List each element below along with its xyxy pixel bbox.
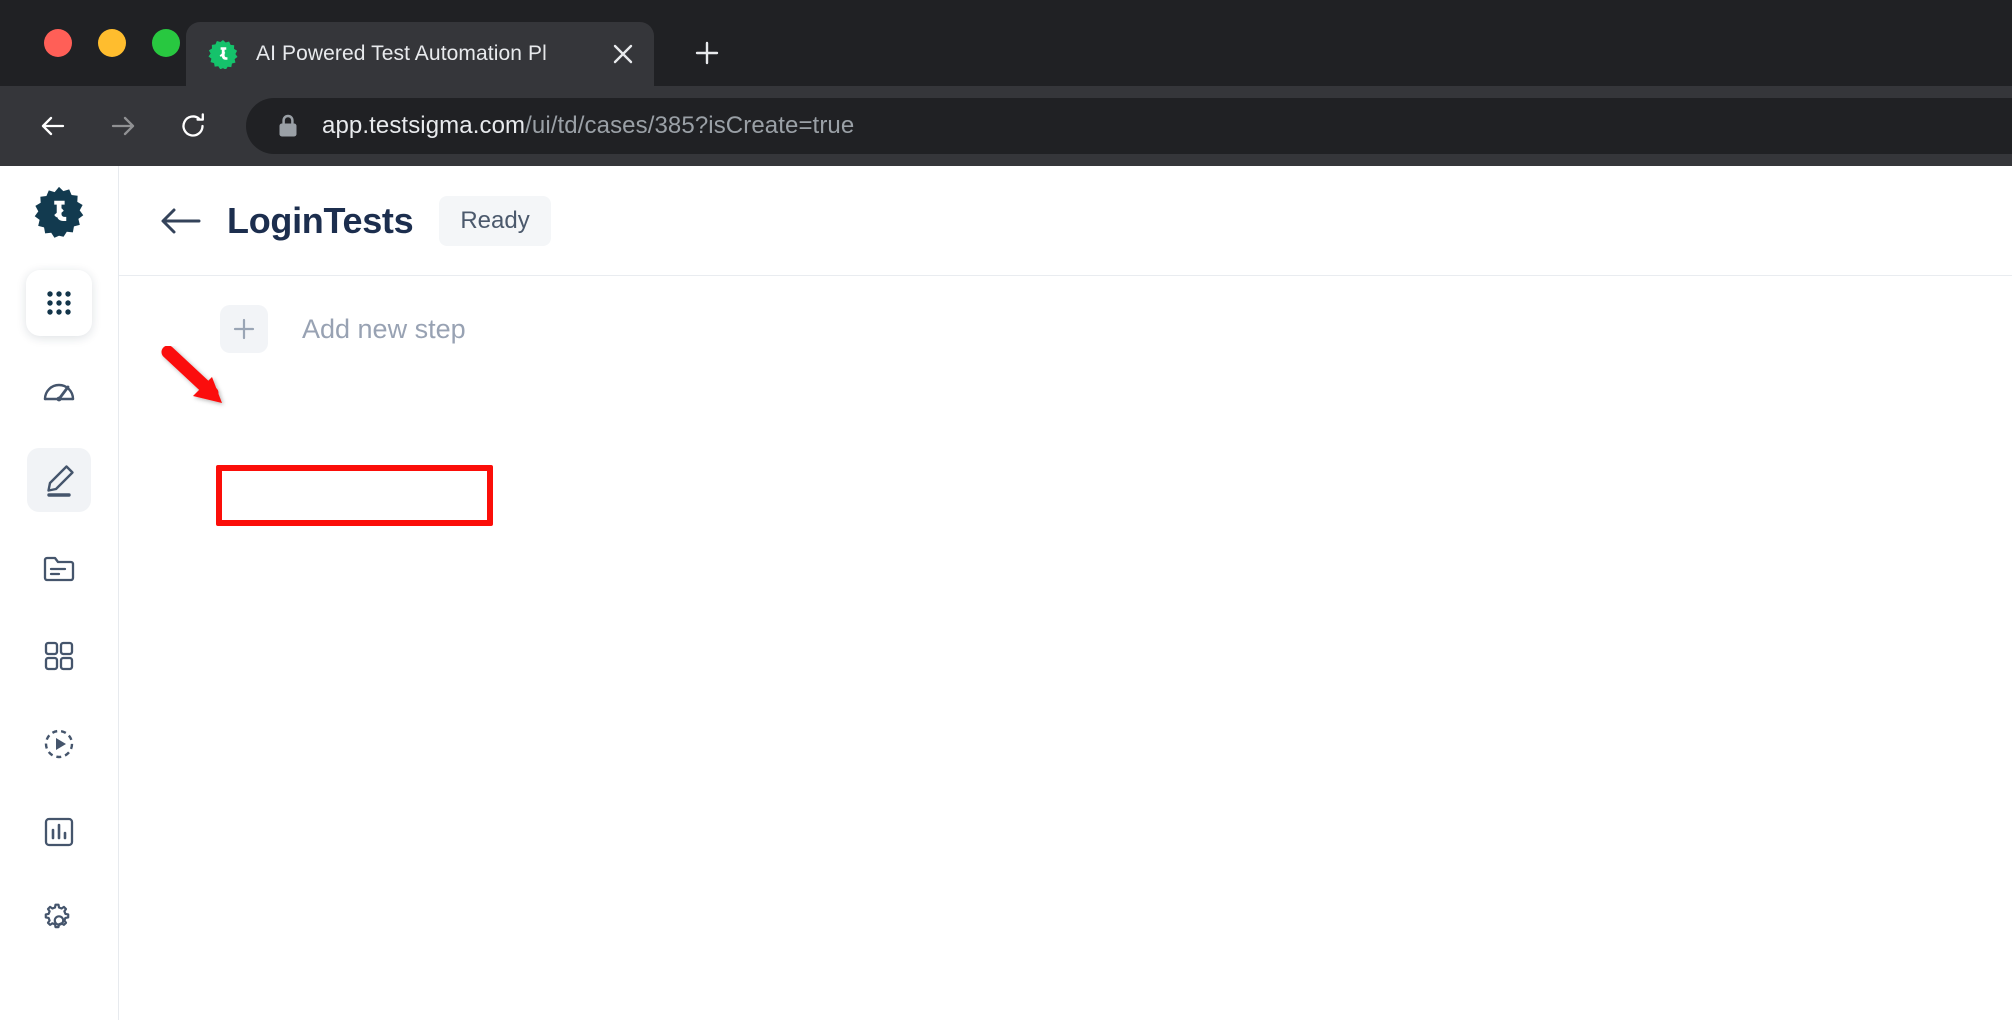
apps-grid-icon bbox=[47, 291, 71, 315]
browser-tab-title: AI Powered Test Automation Pl bbox=[256, 42, 547, 65]
new-tab-button[interactable] bbox=[686, 32, 728, 74]
sidebar-item-dashboard[interactable] bbox=[27, 360, 91, 424]
browser-tab[interactable]: AI Powered Test Automation Pl bbox=[186, 22, 654, 86]
sidebar-item-settings[interactable] bbox=[27, 888, 91, 952]
gear-icon bbox=[44, 903, 70, 929]
browser-reload-button[interactable] bbox=[170, 103, 216, 149]
testsigma-favicon-icon bbox=[208, 39, 238, 69]
browser-window: AI Powered Test Automation Pl app.testsi… bbox=[0, 0, 2012, 1020]
arrow-left-icon bbox=[41, 116, 65, 136]
plus-icon bbox=[695, 41, 719, 65]
folder-icon bbox=[43, 556, 75, 582]
play-circle-icon bbox=[44, 729, 74, 759]
status-badge: Ready bbox=[439, 195, 551, 246]
sidebar-item-test-data[interactable] bbox=[27, 536, 91, 600]
back-arrow-button[interactable] bbox=[157, 198, 203, 244]
browser-back-button[interactable] bbox=[30, 103, 76, 149]
browser-toolbar: app.testsigma.com/ui/td/cases/385?isCrea… bbox=[0, 86, 2012, 166]
app-sidebar bbox=[0, 166, 119, 1020]
add-new-step-label: Add new step bbox=[302, 313, 466, 344]
browser-forward-button[interactable] bbox=[100, 103, 146, 149]
window-maximize-button[interactable] bbox=[152, 29, 180, 57]
address-bar-url: app.testsigma.com/ui/td/cases/385?isCrea… bbox=[322, 112, 854, 140]
app-viewport: LoginTests Ready Add new step bbox=[0, 166, 2012, 1020]
browser-tab-strip: AI Powered Test Automation Pl bbox=[0, 0, 2012, 86]
tab-close-icon[interactable] bbox=[606, 37, 640, 71]
testsigma-gear-logo-icon[interactable] bbox=[33, 186, 85, 238]
test-steps-panel: Add new step bbox=[119, 277, 2012, 1020]
sidebar-item-test-development[interactable] bbox=[27, 448, 91, 512]
arrow-left-icon bbox=[161, 208, 201, 233]
sidebar-item-reports[interactable] bbox=[27, 800, 91, 864]
speedometer-icon bbox=[43, 383, 75, 402]
window-controls bbox=[0, 0, 180, 86]
grid-squares-icon bbox=[44, 641, 74, 671]
page-title: LoginTests bbox=[227, 199, 414, 241]
window-minimize-button[interactable] bbox=[98, 29, 126, 57]
sidebar-item-test-plans[interactable] bbox=[27, 624, 91, 688]
lock-icon bbox=[279, 114, 297, 137]
sidebar-apps-grid-button[interactable] bbox=[26, 270, 92, 336]
window-close-button[interactable] bbox=[44, 29, 72, 57]
plus-glyph-icon bbox=[233, 318, 255, 340]
url-host: app.testsigma.com bbox=[322, 112, 526, 139]
arrow-right-icon bbox=[111, 116, 135, 136]
close-icon bbox=[613, 44, 633, 64]
sidebar-item-runs[interactable] bbox=[27, 712, 91, 776]
page-header: LoginTests Ready bbox=[119, 166, 2012, 276]
add-new-step-button[interactable]: Add new step bbox=[220, 302, 494, 356]
plus-icon bbox=[220, 305, 268, 353]
bar-chart-icon bbox=[44, 817, 74, 847]
reload-icon bbox=[182, 113, 204, 137]
pencil-icon bbox=[47, 465, 74, 497]
url-path: /ui/td/cases/385?isCreate=true bbox=[525, 112, 855, 139]
address-bar[interactable]: app.testsigma.com/ui/td/cases/385?isCrea… bbox=[246, 98, 2012, 154]
